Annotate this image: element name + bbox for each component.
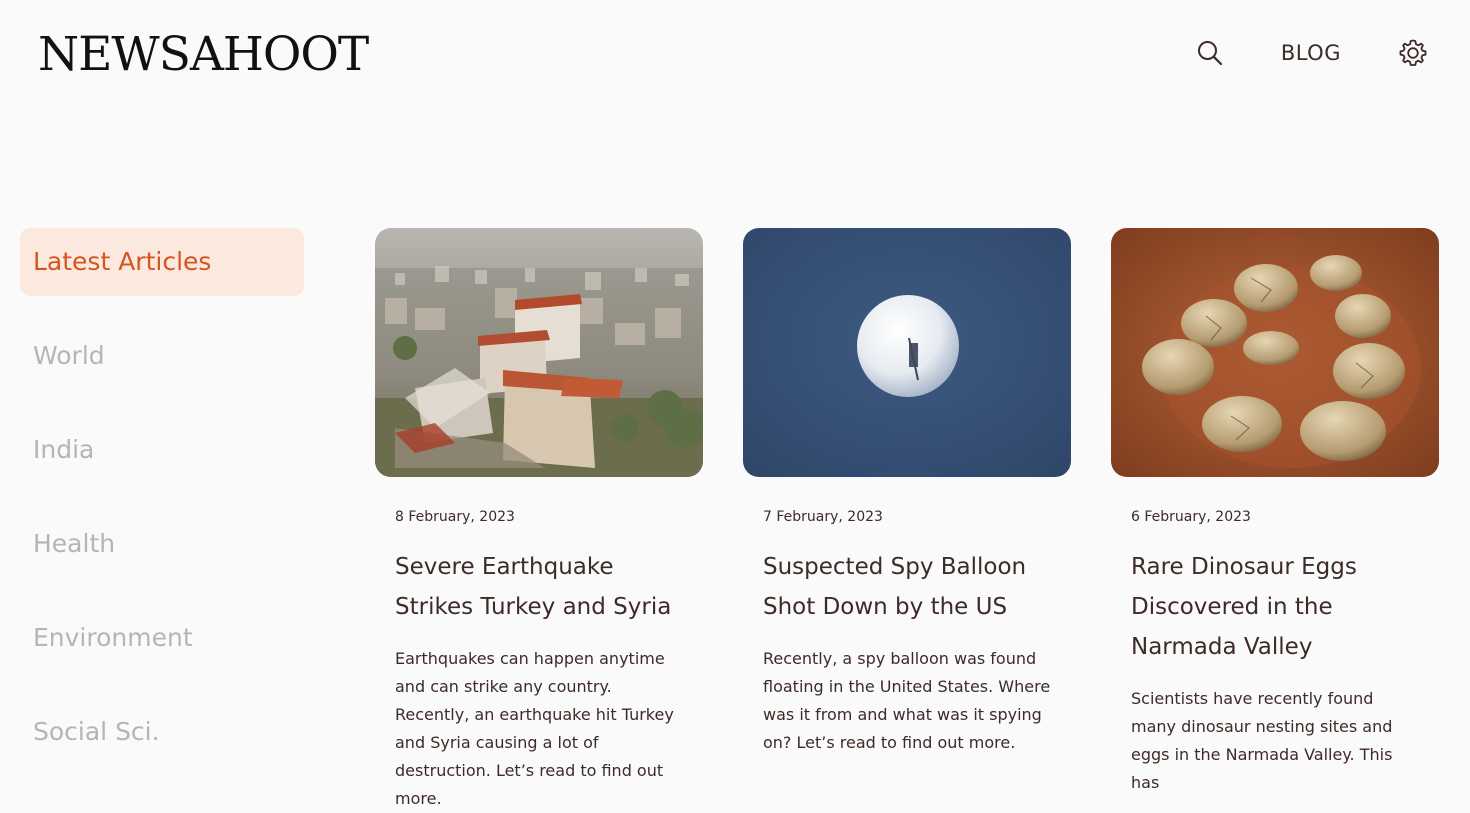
article-date: 7 February, 2023: [763, 509, 883, 525]
article-card[interactable]: 7 February, 2023 Suspected Spy Balloon S…: [743, 228, 1071, 774]
site-logo[interactable]: NEWSAHOOT: [38, 14, 369, 90]
dinosaur-eggs-image[interactable]: [1111, 228, 1439, 477]
site-header: NEWSAHOOT BLOG: [0, 0, 1470, 110]
sidebar-item-latest-articles[interactable]: Latest Articles: [20, 228, 304, 296]
gear-icon[interactable]: [1396, 36, 1430, 70]
article-title[interactable]: Severe Earthquake Strikes Turkey and Syr…: [395, 547, 683, 627]
article-title[interactable]: Rare Dinosaur Eggs Discovered in the Nar…: [1131, 547, 1419, 667]
logo-text: NEWSAHOOT: [38, 26, 369, 82]
blog-link[interactable]: BLOG: [1281, 41, 1341, 65]
article-date: 6 February, 2023: [1131, 509, 1251, 525]
article-excerpt: Earthquakes can happen anytime and can s…: [395, 649, 674, 808]
article-excerpt: Scientists have recently found many dino…: [1131, 689, 1393, 792]
article-excerpt: Recently, a spy balloon was found floati…: [763, 649, 1051, 752]
spy-balloon-image[interactable]: [743, 228, 1071, 477]
sidebar-item-social-sci[interactable]: Social Sci.: [20, 698, 304, 766]
article-title[interactable]: Suspected Spy Balloon Shot Down by the U…: [763, 547, 1051, 627]
sidebar-item-health[interactable]: Health: [20, 510, 304, 578]
earthquake-image[interactable]: [375, 228, 703, 477]
article-card[interactable]: 8 February, 2023 Severe Earthquake Strik…: [375, 228, 703, 808]
sidebar-item-world[interactable]: World: [20, 322, 304, 390]
article-date: 8 February, 2023: [395, 509, 515, 525]
sidebar-item-environment[interactable]: Environment: [20, 604, 304, 672]
article-grid: 8 February, 2023 Severe Earthquake Strik…: [375, 228, 1441, 808]
category-sidebar: Latest Articles World India Health Envir…: [20, 228, 304, 792]
article-card[interactable]: 6 February, 2023 Rare Dinosaur Eggs Disc…: [1111, 228, 1439, 792]
search-icon[interactable]: [1193, 36, 1227, 70]
header-actions: BLOG: [1193, 32, 1430, 74]
sidebar-item-india[interactable]: India: [20, 416, 304, 484]
